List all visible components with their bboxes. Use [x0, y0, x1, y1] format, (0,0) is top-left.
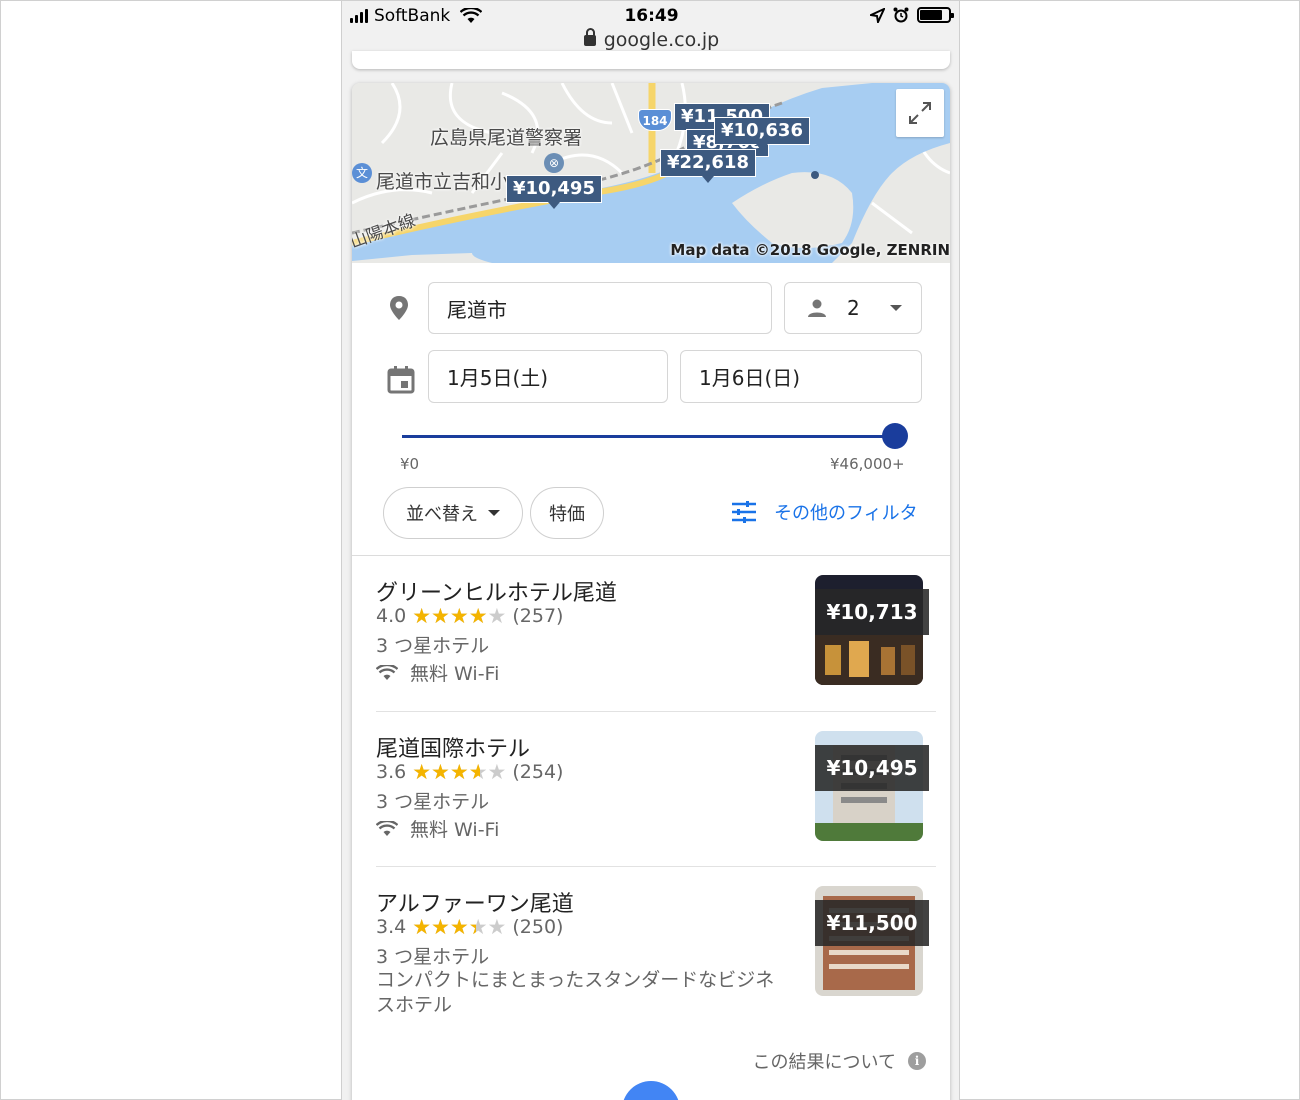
price-slider-handle[interactable] — [882, 423, 908, 449]
map-price-pin[interactable]: ¥10,636 — [714, 117, 810, 151]
phone-screen: SoftBank 16:49 google.co.jp 184 広島県尾道警察署… — [341, 1, 960, 1100]
hotel-search-card: 184 広島県尾道警察署 ⊗ 文 尾道市立吉和小 山陽本線 ¥11,500 ¥8… — [352, 83, 950, 1100]
dropdown-arrow-icon — [889, 305, 902, 311]
location-pin-icon — [390, 296, 408, 320]
sort-button[interactable]: 並べ替え — [383, 487, 523, 539]
hotel-name: グリーンヒルホテル尾道 — [376, 581, 617, 606]
deals-label: 特価 — [549, 504, 585, 525]
guests-value: 2 — [847, 296, 860, 320]
expand-icon — [909, 102, 931, 124]
floating-action-button[interactable] — [622, 1081, 680, 1100]
about-results-link[interactable]: この結果について i — [753, 1048, 926, 1074]
star-rating-icon: ★★★★★★★★★★ — [412, 914, 507, 939]
rating-value: 4.0 — [376, 605, 407, 627]
battery-icon — [917, 7, 954, 23]
star-rating-icon: ★★★★★★★★★★ — [412, 603, 507, 628]
map-price-pin[interactable]: ¥22,618 — [660, 149, 756, 183]
location-value: 尾道市 — [447, 297, 507, 322]
police-marker-icon: ⊗ — [544, 153, 564, 173]
amenity-label: 無料 Wi-Fi — [410, 819, 500, 841]
url-text: google.co.jp — [603, 29, 720, 51]
hotel-result[interactable]: アルファーワン尾道 3.4 ★★★★★★★★★★ (250) 3 つ星ホテル コ… — [376, 886, 936, 1046]
sort-label: 並べ替え — [406, 504, 478, 525]
price-slider-track[interactable] — [402, 435, 896, 438]
clock: 16:49 — [624, 6, 679, 26]
star-rating-icon: ★★★★★★★★★★ — [412, 759, 507, 784]
price-max-label: ¥46,000+ — [830, 455, 905, 473]
lock-icon — [583, 28, 596, 46]
guests-select[interactable]: 2 — [784, 282, 922, 334]
school-marker-icon: 文 — [352, 163, 372, 183]
location-arrow-icon — [870, 7, 885, 23]
review-count: (250) — [512, 916, 564, 938]
hotel-map[interactable]: 184 広島県尾道警察署 ⊗ 文 尾道市立吉和小 山陽本線 ¥11,500 ¥8… — [352, 83, 950, 263]
wifi-icon — [376, 820, 398, 836]
map-label-police: 広島県尾道警察署 — [430, 127, 583, 149]
checkout-date-field[interactable]: 1月6日(日) — [680, 350, 922, 403]
info-icon: i — [908, 1052, 926, 1070]
checkin-date-field[interactable]: 1月5日(土) — [428, 350, 668, 403]
route-shield-icon: 184 — [638, 109, 672, 131]
expand-map-button[interactable] — [896, 89, 944, 137]
hotel-description: コンパクトにまとまったスタンダードなビジネスホテル — [376, 969, 775, 1016]
separator — [376, 711, 936, 712]
hotel-amenity: 無料 Wi-Fi — [376, 815, 499, 842]
previous-card-edge — [352, 51, 950, 69]
about-results-label: この結果について — [752, 1052, 896, 1073]
person-icon — [808, 299, 826, 317]
checkin-value: 1月5日(土) — [447, 366, 549, 390]
status-icons — [870, 7, 954, 23]
rating-value: 3.6 — [376, 761, 407, 783]
calendar-icon — [387, 366, 415, 394]
hotel-price: ¥10,713 — [815, 589, 929, 635]
hotel-name: 尾道国際ホテル — [376, 737, 531, 762]
hotel-name: アルファーワン尾道 — [376, 892, 574, 917]
divider — [352, 555, 950, 556]
review-count: (254) — [512, 761, 564, 783]
deals-button[interactable]: 特価 — [530, 487, 604, 539]
hotel-result[interactable]: 尾道国際ホテル 3.6 ★★★★★★★★★★ (254) 3 つ星ホテル 無料 … — [376, 731, 936, 871]
more-filters-button[interactable]: その他のフィルタ — [732, 499, 918, 525]
hotel-rating: 3.6 ★★★★★★★★★★ (254) — [376, 761, 563, 783]
map-credit: Map data ©2018 Google, ZENRIN — [670, 241, 950, 259]
hotel-amenity: 無料 Wi-Fi — [376, 659, 499, 686]
hotel-price: ¥10,495 — [815, 745, 929, 791]
review-count: (257) — [512, 605, 564, 627]
price-min-label: ¥0 — [400, 455, 420, 473]
tune-icon — [732, 501, 756, 523]
chevron-down-icon — [488, 510, 500, 516]
hotel-rating: 4.0 ★★★★★★★★★★ (257) — [376, 605, 563, 627]
wifi-icon — [376, 664, 398, 680]
alarm-icon — [893, 7, 909, 23]
amenity-label: 無料 Wi-Fi — [410, 663, 500, 685]
more-filters-label: その他のフィルタ — [774, 503, 918, 524]
location-input[interactable]: 尾道市 — [428, 282, 772, 334]
separator — [376, 866, 936, 867]
hotel-class: 3 つ星ホテル — [376, 946, 490, 968]
hotel-price: ¥11,500 — [815, 900, 929, 946]
hotel-class: 3 つ星ホテル — [376, 791, 490, 813]
hotel-class: 3 つ星ホテル — [376, 635, 490, 657]
hotel-result[interactable]: グリーンヒルホテル尾道 4.0 ★★★★★★★★★★ (257) 3 つ星ホテル… — [376, 575, 936, 715]
checkout-value: 1月6日(日) — [699, 366, 801, 390]
map-price-pin[interactable]: ¥10,495 — [506, 175, 602, 209]
map-label-school: 尾道市立吉和小 — [376, 171, 510, 193]
screenshot-frame: SoftBank 16:49 google.co.jp 184 広島県尾道警察署… — [0, 0, 1300, 1100]
rating-value: 3.4 — [376, 916, 407, 938]
hotel-rating: 3.4 ★★★★★★★★★★ (250) — [376, 916, 563, 938]
